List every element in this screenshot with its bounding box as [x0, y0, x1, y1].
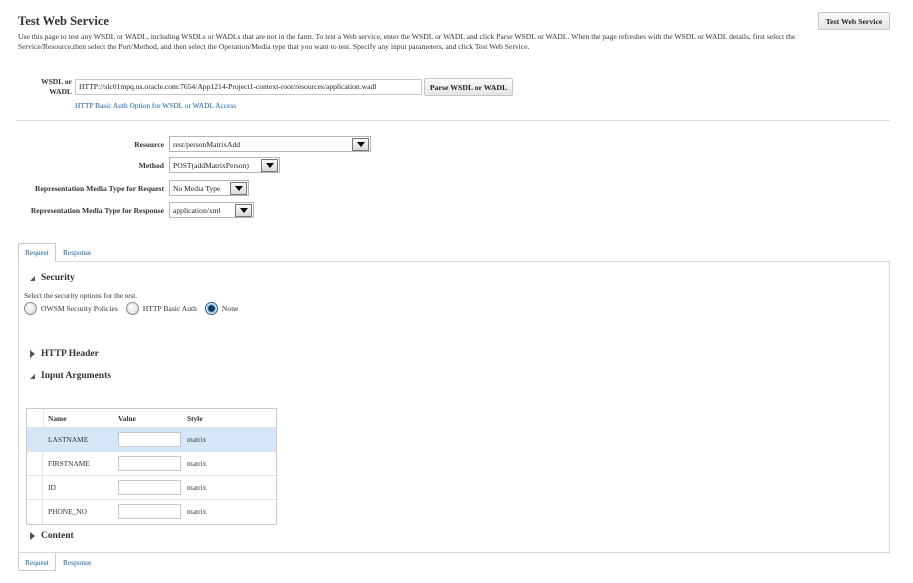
chevron-down-icon[interactable] — [352, 137, 369, 151]
chevron-down-icon[interactable] — [261, 158, 278, 172]
input-arguments-heading: Input Arguments — [41, 371, 111, 381]
response-media-label: Representation Media Type for Response — [30, 206, 164, 215]
security-options: OWSM Security Policies HTTP Basic Auth N… — [24, 302, 238, 315]
radio-owsm-label: OWSM Security Policies — [41, 304, 118, 313]
row-style: matrix — [187, 435, 207, 444]
test-web-service-button[interactable]: Test Web Service — [818, 12, 890, 30]
input-arguments-section-header[interactable]: Input Arguments — [30, 371, 111, 381]
table-row[interactable]: LASTNAME matrix — [27, 427, 276, 451]
request-media-select[interactable]: No Media Type — [169, 180, 249, 196]
column-header-style: Style — [187, 414, 203, 423]
method-select-value: POST(addMatrixPerson) — [173, 160, 249, 170]
page-description: Use this page to test any WSDL or WADL, … — [18, 32, 796, 51]
table-row[interactable]: PHONE_NO matrix — [27, 499, 276, 523]
input-arguments-table: Name Value Style LASTNAME matrix FIRSTNA… — [26, 408, 277, 525]
chevron-down-icon[interactable] — [235, 203, 252, 217]
row-style: matrix — [187, 507, 207, 516]
row-style: matrix — [187, 459, 207, 468]
resource-select[interactable]: rest/personMatrixAdd — [169, 136, 371, 152]
resource-select-value: rest/personMatrixAdd — [173, 139, 241, 149]
chevron-down-icon[interactable] — [230, 181, 247, 195]
security-heading: Security — [41, 273, 75, 283]
radio-owsm[interactable] — [24, 302, 37, 315]
table-row[interactable]: ID matrix — [27, 475, 276, 499]
tab-response[interactable]: Response — [57, 244, 97, 260]
http-header-section-header[interactable]: HTTP Header — [30, 349, 99, 359]
content-section-header[interactable]: Content — [30, 531, 74, 541]
row-name: PHONE_NO — [48, 507, 88, 516]
method-label: Method — [138, 161, 164, 170]
row-style: matrix — [187, 483, 207, 492]
table-gutter-header — [27, 409, 44, 427]
radio-http-basic-auth[interactable] — [125, 302, 139, 315]
page-title: Test Web Service — [18, 14, 109, 28]
table-row[interactable]: FIRSTNAME matrix — [27, 451, 276, 475]
expand-closed-icon — [30, 350, 35, 358]
expand-open-icon — [30, 275, 35, 281]
divider — [16, 120, 890, 121]
http-header-heading: HTTP Header — [41, 349, 99, 359]
wsdl-input[interactable]: HTTP://slc01mpq.us.oracle.com:7654/App12… — [75, 79, 422, 95]
row-value-input[interactable] — [118, 456, 181, 471]
tab-request[interactable]: Request — [18, 243, 56, 262]
radio-http-basic-auth-label: HTTP Basic Auth — [142, 304, 197, 313]
response-media-select[interactable]: application/xml — [169, 202, 254, 218]
resource-label: Resource — [134, 140, 164, 149]
row-name: LASTNAME — [48, 435, 89, 444]
row-name: FIRSTNAME — [48, 459, 90, 468]
radio-none[interactable] — [204, 302, 218, 315]
row-value-input[interactable] — [118, 480, 181, 495]
security-hint: Select the security options for the test… — [24, 291, 138, 300]
parse-wsdl-button[interactable]: Parse WSDL or WADL — [424, 78, 513, 96]
radio-none-label: None — [221, 304, 239, 313]
row-value-input[interactable] — [118, 504, 181, 519]
security-section-header[interactable]: Security — [30, 273, 75, 283]
tab-request-bottom[interactable]: Request — [18, 553, 56, 571]
wsdl-label: WSDL or WADL — [40, 77, 72, 96]
column-header-value: Value — [118, 414, 136, 423]
http-basic-auth-link[interactable]: HTTP Basic Auth Option for WSDL or WADL … — [75, 101, 236, 110]
tab-response-bottom[interactable]: Response — [57, 554, 97, 570]
expand-open-icon — [30, 373, 35, 379]
row-value-input[interactable] — [118, 432, 181, 447]
request-media-label: Representation Media Type for Request — [35, 184, 164, 193]
method-select[interactable]: POST(addMatrixPerson) — [169, 157, 280, 173]
column-header-name: Name — [48, 414, 67, 423]
request-media-select-value: No Media Type — [173, 183, 221, 193]
row-name: ID — [48, 483, 56, 492]
content-heading: Content — [41, 531, 74, 541]
expand-closed-icon — [30, 532, 35, 540]
response-media-select-value: application/xml — [173, 205, 221, 215]
